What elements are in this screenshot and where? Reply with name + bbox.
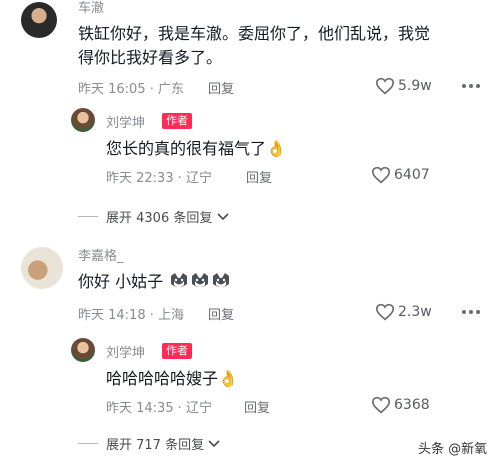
reply-button[interactable]: 回复: [208, 304, 234, 323]
avatar-author[interactable]: [71, 108, 95, 132]
like-count: 5.9w: [398, 78, 432, 94]
like-count: 6368: [394, 397, 430, 413]
reply-time-location: 昨天 14:35 · 辽宁: [106, 401, 212, 416]
comment-username[interactable]: 车澈: [78, 0, 104, 16]
expand-replies-button[interactable]: 展开 717 条回复: [106, 434, 220, 453]
husky-emoji-icon: [213, 273, 230, 287]
reply-username[interactable]: 刘学坤: [106, 342, 145, 361]
comment-username[interactable]: 李嘉格_: [78, 245, 124, 264]
heart-icon[interactable]: [375, 77, 395, 95]
expand-divider: [78, 443, 98, 444]
expand-replies-label: 展开 4306 条回复: [106, 211, 213, 226]
author-badge: 作者: [162, 343, 192, 359]
reply-text-content: 您长的真的很有福气了: [106, 139, 267, 158]
comment-text-content: 你好 小姑子: [78, 272, 164, 291]
comment-text-line2: 得你比我好看多了。: [78, 48, 223, 67]
reply-text: 您长的真的很有福气了👌: [106, 137, 286, 160]
reply-username[interactable]: 刘学坤: [106, 112, 145, 131]
husky-emoji-icon: [192, 273, 209, 287]
avatar-author[interactable]: [71, 338, 95, 362]
more-dots-icon[interactable]: [460, 304, 482, 320]
ok-hand-emoji: 👌: [266, 139, 286, 158]
husky-emoji-icon: [171, 273, 188, 287]
like-count: 2.3w: [398, 304, 432, 320]
ok-hand-emoji: 👌: [218, 369, 238, 388]
avatar-chece[interactable]: [21, 2, 57, 38]
heart-icon[interactable]: [375, 303, 395, 321]
author-badge: 作者: [162, 113, 192, 129]
reply-time-location: 昨天 22:33 · 辽宁: [106, 171, 212, 186]
reply-button[interactable]: 回复: [244, 397, 270, 416]
more-dots-icon[interactable]: [460, 78, 482, 94]
comment-time-location: 昨天 16:05 · 广东: [78, 82, 184, 97]
expand-replies-label: 展开 717 条回复: [106, 438, 205, 453]
avatar-lijiage[interactable]: [21, 247, 63, 289]
reply-text-content: 哈哈哈哈哈嫂子: [106, 369, 219, 388]
heart-icon[interactable]: [371, 166, 391, 184]
comment-text: 你好 小姑子: [78, 270, 231, 293]
watermark: 头条 @新氧: [418, 442, 488, 457]
like-count: 6407: [394, 167, 430, 183]
reply-button[interactable]: 回复: [246, 167, 272, 186]
chevron-down-icon: [216, 213, 229, 221]
heart-icon[interactable]: [371, 396, 391, 414]
comment-text-line1: 铁缸你好，我是车澈。委屈你了，他们乱说，我觉: [78, 24, 431, 43]
expand-divider: [78, 216, 98, 217]
comment-time-location: 昨天 14:18 · 上海: [78, 308, 184, 323]
expand-replies-button[interactable]: 展开 4306 条回复: [106, 207, 229, 226]
chevron-down-icon: [208, 440, 220, 448]
reply-text: 哈哈哈哈哈嫂子👌: [106, 367, 238, 390]
reply-button[interactable]: 回复: [208, 78, 234, 97]
